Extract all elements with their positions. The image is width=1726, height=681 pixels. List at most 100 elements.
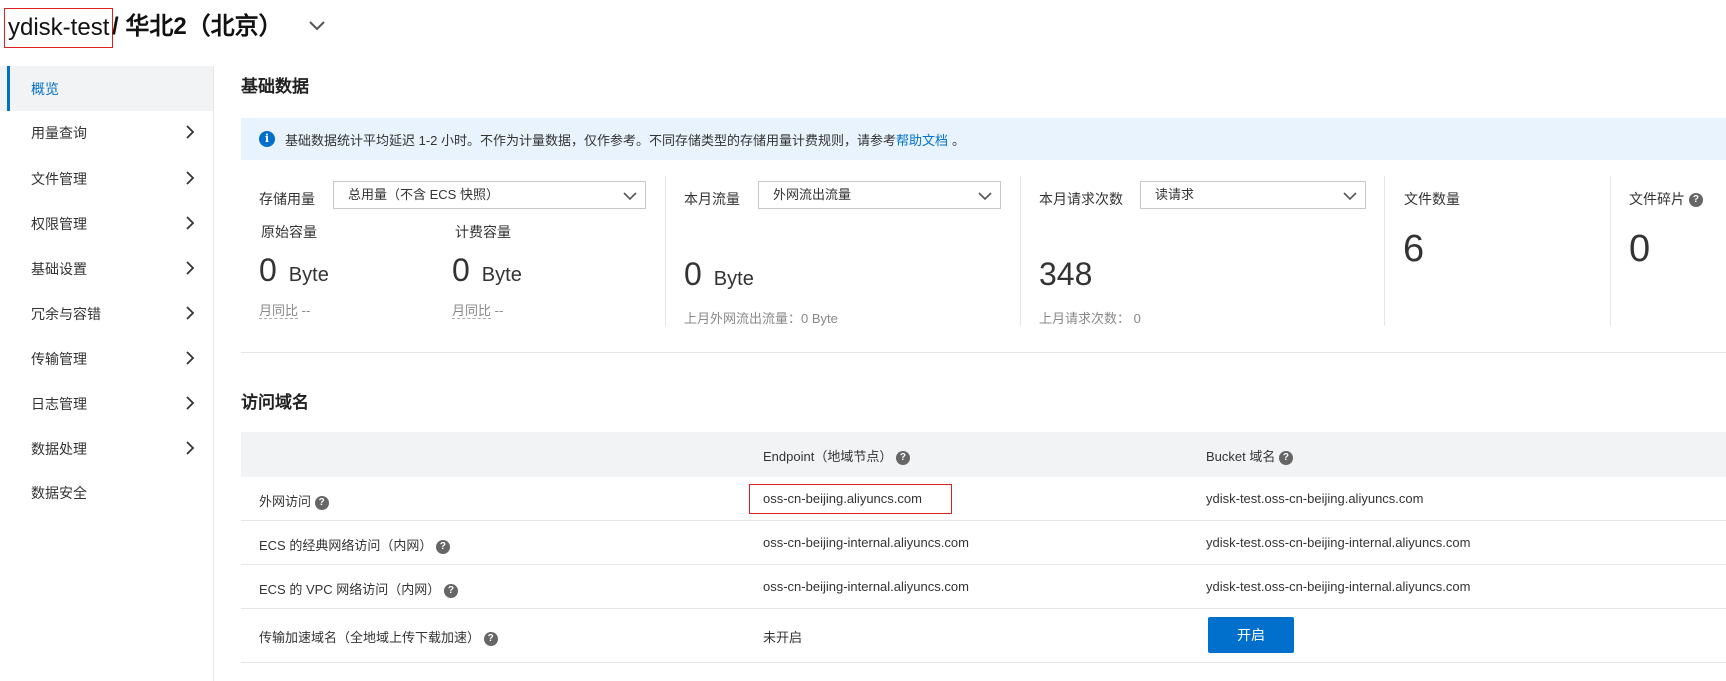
- compare-value: --: [494, 303, 504, 318]
- help-icon[interactable]: ?: [314, 495, 329, 510]
- sidebar-item-label: 概览: [31, 80, 59, 97]
- section-divider: [241, 352, 1726, 353]
- traffic-value: 0 Byte: [684, 256, 754, 293]
- acceleration-status: 未开启: [763, 630, 803, 645]
- column-header-endpoint-label: Endpoint（地域节点）: [763, 449, 893, 464]
- raw-capacity-value: 0 Byte: [259, 252, 329, 289]
- raw-capacity-number: 0: [259, 252, 277, 288]
- bucket-domain-value[interactable]: ydisk-test.oss-cn-beijing-internal.aliyu…: [1206, 535, 1470, 550]
- compare-label: 月同比: [259, 303, 299, 319]
- sidebar-item-label: 用量查询: [31, 124, 87, 141]
- chevron-right-icon: [186, 261, 195, 275]
- row-name-text: 传输加速域名（全地域上传下载加速）: [259, 630, 481, 645]
- sidebar-item-redundancy[interactable]: 冗余与容错: [0, 291, 213, 336]
- endpoint-value[interactable]: oss-cn-beijing-internal.aliyuncs.com: [763, 579, 969, 594]
- bucket-domain-value[interactable]: ydisk-test.oss-cn-beijing-internal.aliyu…: [1206, 579, 1470, 594]
- help-icon[interactable]: ?: [443, 583, 458, 598]
- help-icon[interactable]: ?: [1278, 450, 1293, 465]
- traffic-select-value: 外网流出流量: [773, 187, 852, 202]
- sidebar-item-label: 文件管理: [31, 170, 87, 187]
- sidebar-item-logs[interactable]: 日志管理: [0, 381, 213, 426]
- row-name-text: ECS 的经典网络访问（内网）: [259, 538, 433, 553]
- billed-capacity-value: 0 Byte: [452, 252, 522, 289]
- storage-label: 存储用量: [259, 191, 315, 207]
- chevron-right-icon: [186, 171, 195, 185]
- help-doc-link[interactable]: 帮助文档: [896, 130, 948, 149]
- sidebar-item-permissions[interactable]: 权限管理: [0, 201, 213, 246]
- fragments-label: 文件碎片 ?: [1629, 189, 1703, 209]
- chevron-right-icon: [186, 396, 195, 410]
- info-icon: i: [259, 131, 275, 147]
- row-divider: [241, 662, 1726, 663]
- sidebar-item-files[interactable]: 文件管理: [0, 156, 213, 201]
- sidebar-item-label: 数据处理: [31, 440, 87, 457]
- billed-capacity-label: 计费容量: [455, 224, 511, 240]
- sidebar-item-data-security[interactable]: 数据安全: [0, 470, 213, 515]
- traffic-type-select[interactable]: 外网流出流量: [758, 181, 1001, 209]
- storage-select-value: 总用量（不含 ECS 快照）: [348, 187, 499, 202]
- chevron-right-icon: [186, 306, 195, 320]
- column-header-endpoint: Endpoint（地域节点） ?: [763, 446, 910, 465]
- compare-label: 月同比: [452, 303, 492, 319]
- enable-acceleration-button[interactable]: 开启: [1208, 617, 1294, 653]
- chevron-right-icon: [186, 441, 195, 455]
- request-select-value: 读请求: [1155, 187, 1195, 202]
- sidebar-item-label: 基础设置: [31, 260, 87, 277]
- row-name-text: ECS 的 VPC 网络访问（内网）: [259, 582, 441, 597]
- table-row-name: 外网访问 ?: [259, 491, 329, 510]
- chevron-down-icon[interactable]: [305, 14, 329, 38]
- chevron-right-icon: [186, 125, 195, 139]
- endpoint-value[interactable]: oss-cn-beijing-internal.aliyuncs.com: [763, 535, 969, 550]
- chevron-right-icon: [186, 216, 195, 230]
- sidebar-item-transfer[interactable]: 传输管理: [0, 336, 213, 381]
- help-icon[interactable]: ?: [1688, 193, 1703, 208]
- fragments-value: 0: [1629, 228, 1651, 270]
- bucket-name-title: ydisk-test: [4, 8, 114, 48]
- info-suffix: 。: [952, 132, 966, 148]
- region-title: / 华北2（北京）: [112, 13, 283, 40]
- raw-capacity-unit: Byte: [288, 264, 329, 286]
- row-divider: [241, 564, 1726, 565]
- requests-value: 348: [1039, 256, 1093, 292]
- traffic-last-month: 上月外网流出流量：0 Byte: [684, 311, 838, 326]
- sidebar-item-overview[interactable]: 概览: [0, 66, 213, 111]
- sidebar-item-usage[interactable]: 用量查询: [0, 110, 213, 155]
- request-type-select[interactable]: 读请求: [1140, 181, 1366, 209]
- bucket-domain-value[interactable]: ydisk-test.oss-cn-beijing.aliyuncs.com: [1206, 491, 1423, 506]
- chevron-down-icon: [623, 192, 637, 201]
- requests-last-month-label: 上月请求次数：: [1039, 311, 1131, 326]
- billed-capacity-number: 0: [452, 252, 470, 288]
- sidebar-item-label: 日志管理: [31, 395, 87, 412]
- domain-table-header: [241, 432, 1726, 477]
- traffic-number: 0: [684, 256, 702, 292]
- help-icon[interactable]: ?: [435, 539, 450, 554]
- storage-type-select[interactable]: 总用量（不含 ECS 快照）: [333, 181, 646, 209]
- files-label: 文件数量: [1404, 191, 1460, 207]
- fragments-label-text: 文件碎片: [1629, 191, 1685, 207]
- row-divider: [241, 520, 1726, 521]
- chevron-right-icon: [186, 351, 195, 365]
- endpoint-value[interactable]: oss-cn-beijing.aliyuncs.com: [763, 491, 922, 506]
- raw-capacity-label: 原始容量: [261, 224, 317, 240]
- basic-data-title: 基础数据: [241, 77, 309, 96]
- requests-last-month: 上月请求次数： 0: [1039, 308, 1141, 327]
- help-icon[interactable]: ?: [483, 631, 498, 646]
- chevron-down-icon: [1343, 192, 1357, 201]
- sidebar-item-basic-settings[interactable]: 基础设置: [0, 246, 213, 291]
- sidebar-item-label: 数据安全: [31, 484, 87, 501]
- row-divider: [241, 608, 1726, 609]
- column-header-bucket: Bucket 域名 ?: [1206, 446, 1293, 465]
- sidebar-item-data-processing[interactable]: 数据处理: [0, 426, 213, 471]
- requests-label: 本月请求次数: [1039, 191, 1123, 207]
- help-icon[interactable]: ?: [895, 450, 910, 465]
- divider: [1384, 176, 1385, 326]
- table-row-name: ECS 的 VPC 网络访问（内网） ?: [259, 579, 458, 598]
- sidebar-item-label: 权限管理: [31, 215, 87, 232]
- billed-capacity-compare: 月同比 --: [452, 300, 503, 319]
- chevron-down-icon: [978, 192, 992, 201]
- sidebar: 概览 用量查询 文件管理 权限管理 基础设置 冗余与容错 传输管理 日志管理 数…: [0, 66, 214, 681]
- traffic-label: 本月流量: [684, 191, 740, 207]
- raw-capacity-compare: 月同比 --: [259, 300, 310, 319]
- access-domains-title: 访问域名: [241, 393, 309, 412]
- divider: [1610, 176, 1611, 326]
